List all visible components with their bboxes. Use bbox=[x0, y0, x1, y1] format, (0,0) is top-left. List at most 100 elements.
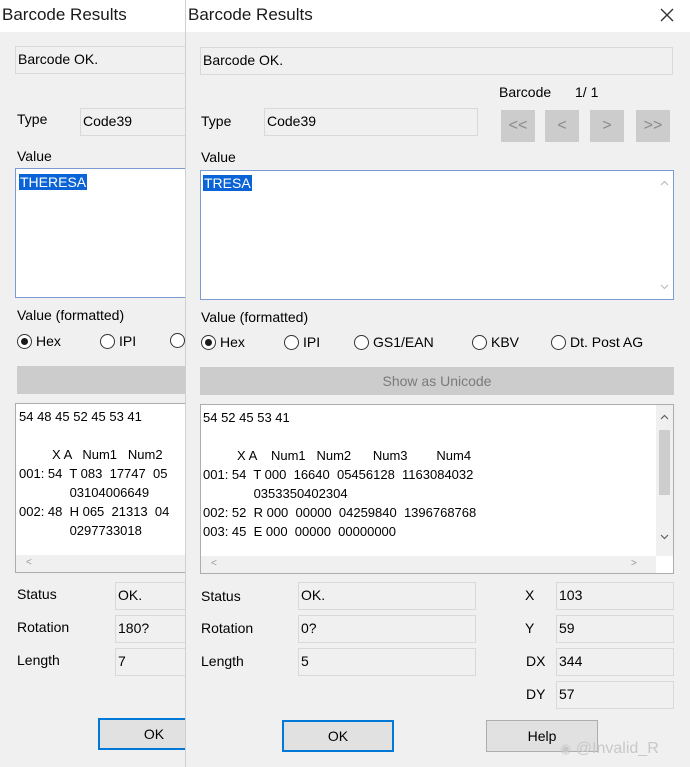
front-table-row: 0353350402304 bbox=[203, 486, 348, 501]
barcode-index: 1/ 1 bbox=[575, 84, 599, 100]
front-type-value: Code39 bbox=[264, 108, 478, 136]
back-table-header: X A Num1 Num2 bbox=[52, 447, 163, 462]
front-value-vertical-scrollbar[interactable] bbox=[656, 171, 673, 299]
back-status-message: Barcode OK. bbox=[15, 46, 185, 74]
previous-barcode-button[interactable]: < bbox=[545, 110, 579, 142]
back-dialog: Barcode Results Barcode OK. Type Code39 … bbox=[0, 0, 186, 767]
back-show-unicode-button[interactable] bbox=[17, 366, 185, 394]
back-table-row: 03104006649 bbox=[19, 485, 150, 500]
next-barcode-button[interactable]: > bbox=[590, 110, 624, 142]
x-value: 103 bbox=[556, 582, 674, 610]
front-length-label: Length bbox=[201, 653, 244, 669]
back-radio-gs1[interactable] bbox=[170, 333, 185, 348]
front-rotation-value: 0? bbox=[298, 615, 476, 643]
front-status-message: Barcode OK. bbox=[200, 47, 673, 75]
radio-checked-icon bbox=[201, 334, 216, 350]
back-radio-ipi[interactable]: IPI bbox=[100, 333, 136, 349]
scroll-left-icon[interactable]: < bbox=[211, 559, 217, 569]
front-radio-dtpost-label: Dt. Post AG bbox=[570, 334, 644, 350]
front-formatted-label: Value (formatted) bbox=[201, 309, 309, 325]
front-formatted-output: 54 52 45 53 41 X A Num1 Num2 Num3 Num4 0… bbox=[200, 404, 674, 574]
back-radio-hex-label: Hex bbox=[36, 333, 61, 349]
x-label: X bbox=[525, 587, 535, 603]
back-table-row: 0297733018 bbox=[19, 523, 142, 538]
ok-button[interactable]: OK bbox=[282, 720, 394, 752]
back-ok-button[interactable]: OK bbox=[98, 718, 185, 750]
front-output-horizontal-scrollbar[interactable]: < > bbox=[201, 556, 656, 573]
scroll-up-icon[interactable] bbox=[660, 413, 669, 423]
back-value-label: Value bbox=[17, 148, 52, 164]
scroll-up-icon[interactable] bbox=[660, 179, 669, 189]
y-value: 59 bbox=[556, 615, 674, 643]
front-value-text: TRESA bbox=[203, 175, 252, 191]
front-hex-line: 54 52 45 53 41 bbox=[203, 410, 290, 425]
scroll-left-icon[interactable]: < bbox=[26, 558, 32, 568]
scroll-right-icon[interactable]: > bbox=[631, 559, 637, 569]
back-title-bar: Barcode Results bbox=[0, 0, 185, 32]
front-rotation-label: Rotation bbox=[201, 620, 254, 636]
radio-unchecked-icon bbox=[170, 333, 185, 348]
front-radio-ipi-label: IPI bbox=[303, 334, 321, 350]
front-radio-kbv[interactable]: KBV bbox=[472, 334, 519, 350]
front-table-row: 003: 45 E 000 00000 00000000 bbox=[203, 524, 397, 539]
scroll-down-icon[interactable] bbox=[660, 283, 669, 293]
back-rotation-value: 180? bbox=[115, 615, 185, 643]
front-status-label: Status bbox=[201, 588, 241, 604]
back-status-label: Status bbox=[17, 586, 57, 602]
show-as-unicode-button[interactable]: Show as Unicode bbox=[200, 367, 674, 395]
front-dialog: Barcode Results Barcode OK. Barcode 1/ 1… bbox=[186, 0, 690, 767]
front-table-row: 002: 52 R 000 00000 04259840 1396768768 bbox=[203, 505, 477, 520]
back-length-label: Length bbox=[17, 652, 60, 668]
front-output-vertical-scrollbar[interactable] bbox=[656, 405, 673, 556]
weibo-logo-icon: ◉ bbox=[560, 741, 572, 756]
radio-checked-icon bbox=[17, 333, 32, 349]
back-radio-hex[interactable]: Hex bbox=[17, 333, 61, 349]
dx-value: 344 bbox=[556, 648, 674, 676]
front-status-value: OK. bbox=[298, 582, 476, 610]
back-radio-ipi-label: IPI bbox=[119, 333, 137, 349]
back-value-textarea[interactable]: THERESA bbox=[15, 168, 185, 298]
back-length-value: 7 bbox=[115, 648, 185, 676]
front-radio-gs1-label: GS1/EAN bbox=[373, 334, 434, 350]
back-value-text: THERESA bbox=[19, 174, 88, 190]
back-type-label: Type bbox=[17, 111, 48, 127]
back-rotation-label: Rotation bbox=[17, 619, 70, 635]
scroll-thumb[interactable] bbox=[659, 430, 670, 495]
first-barcode-button[interactable]: << bbox=[501, 110, 535, 142]
dy-value: 57 bbox=[556, 681, 674, 709]
front-value-label: Value bbox=[201, 149, 236, 165]
front-window-title: Barcode Results bbox=[188, 5, 313, 24]
front-radio-kbv-label: KBV bbox=[491, 334, 520, 350]
front-table-header: X A Num1 Num2 Num3 Num4 bbox=[237, 448, 472, 463]
radio-unchecked-icon bbox=[354, 334, 369, 350]
back-status-value: OK. bbox=[115, 582, 185, 610]
front-radio-gs1-ean[interactable]: GS1/EAN bbox=[354, 334, 434, 350]
scroll-down-icon[interactable] bbox=[660, 533, 669, 543]
back-horizontal-scrollbar[interactable]: < bbox=[16, 555, 185, 572]
radio-unchecked-icon bbox=[100, 333, 115, 349]
front-radio-ipi[interactable]: IPI bbox=[284, 334, 320, 350]
last-barcode-button[interactable]: >> bbox=[636, 110, 670, 142]
watermark: ◉ @Invalid_R bbox=[560, 740, 659, 758]
watermark-text: @Invalid_R bbox=[575, 740, 659, 757]
y-label: Y bbox=[525, 620, 535, 636]
front-table-row: 001: 54 T 000 16640 05456128 1163084032 bbox=[203, 467, 474, 482]
radio-unchecked-icon bbox=[472, 334, 487, 350]
barcode-label: Barcode bbox=[499, 84, 552, 100]
front-radio-hex[interactable]: Hex bbox=[201, 334, 245, 350]
front-radio-hex-label: Hex bbox=[220, 334, 245, 350]
front-length-value: 5 bbox=[298, 648, 476, 676]
radio-unchecked-icon bbox=[284, 334, 299, 350]
front-radio-dt-post[interactable]: Dt. Post AG bbox=[551, 334, 643, 350]
back-type-value: Code39 bbox=[80, 108, 185, 136]
back-formatted-output: 54 48 45 52 45 53 41 X A Num1 Num2 001: … bbox=[15, 403, 185, 573]
back-window-title: Barcode Results bbox=[2, 5, 127, 24]
back-table-row: 002: 48 H 065 21313 04 bbox=[19, 504, 170, 519]
radio-unchecked-icon bbox=[551, 334, 566, 350]
front-value-textarea[interactable]: TRESA bbox=[200, 170, 674, 300]
back-formatted-label: Value (formatted) bbox=[17, 307, 125, 323]
close-icon[interactable] bbox=[656, 4, 678, 26]
front-title-bar: Barcode Results bbox=[186, 0, 690, 32]
dy-label: DY bbox=[526, 686, 546, 702]
dx-label: DX bbox=[526, 653, 546, 669]
